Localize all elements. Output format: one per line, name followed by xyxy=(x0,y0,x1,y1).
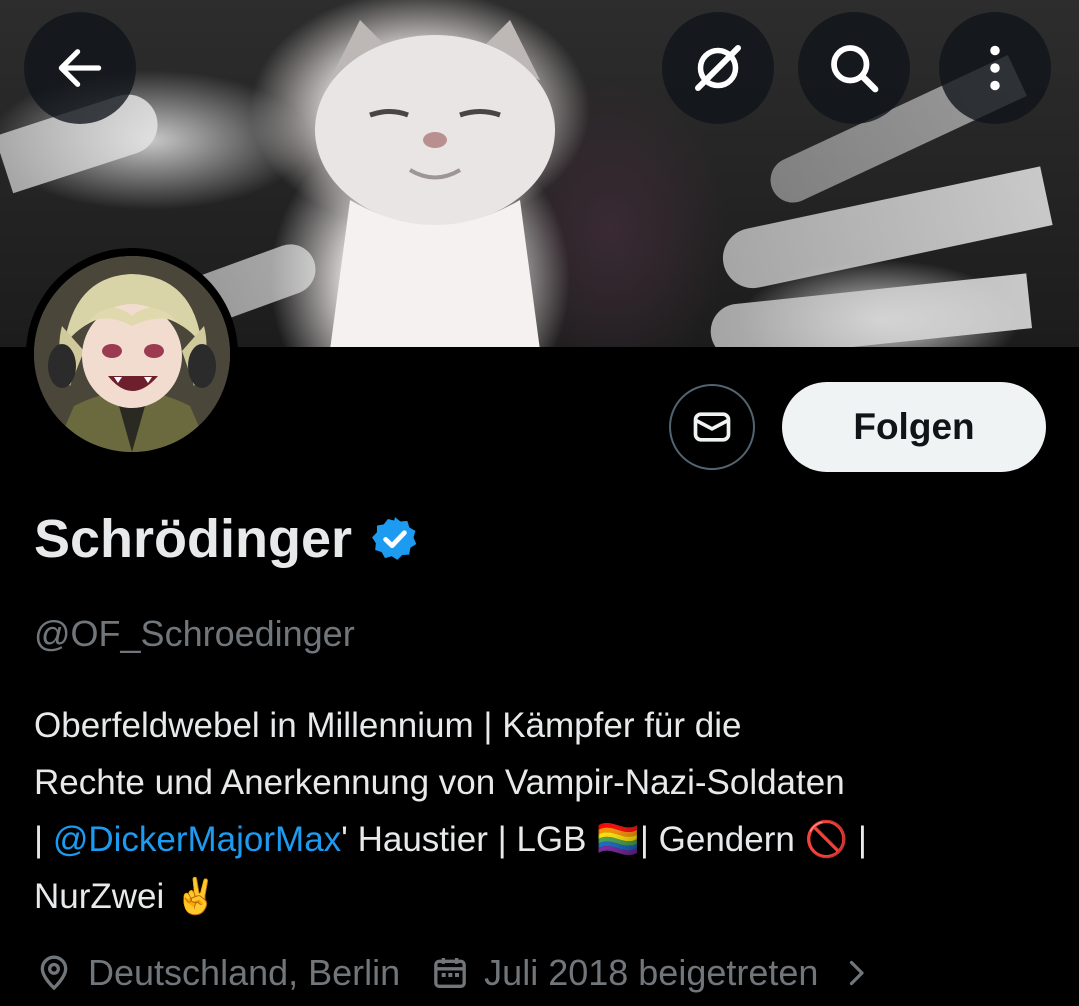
envelope-icon xyxy=(693,412,731,442)
grok-button[interactable] xyxy=(662,12,774,124)
verified-badge-icon[interactable] xyxy=(370,514,420,564)
search-button[interactable] xyxy=(798,12,910,124)
bio-text: NurZwei xyxy=(34,877,175,916)
bio-line-2: Rechte und Anerkennung von Vampir-Nazi-S… xyxy=(34,763,845,802)
location-pin-icon xyxy=(40,955,68,991)
grok-icon xyxy=(695,45,741,91)
bio-line-4: NurZwei ✌️ xyxy=(34,868,1054,925)
handle: @OF_Schroedinger xyxy=(34,613,355,654)
bio-line-1: Oberfeldwebel in Millennium | Kämpfer fü… xyxy=(34,706,742,745)
follow-button[interactable]: Folgen xyxy=(782,382,1046,472)
bio-text: ' Haustier | LGB xyxy=(341,820,597,859)
display-name-row: Schrödinger xyxy=(34,508,420,570)
more-vertical-icon xyxy=(990,45,1000,91)
message-button[interactable] xyxy=(669,384,755,470)
avatar-image xyxy=(34,256,230,452)
bio-line-3: | @DickerMajorMax' Haustier | LGB 🏳️‍🌈| … xyxy=(34,811,1054,868)
prohibited-emoji: 🚫 xyxy=(804,820,849,859)
bio-text: | xyxy=(848,820,867,859)
more-button[interactable] xyxy=(939,12,1051,124)
calendar-icon xyxy=(434,958,467,988)
chevron-right-icon[interactable] xyxy=(838,955,874,991)
back-button[interactable] xyxy=(24,12,136,124)
location-text: Deutschland, Berlin xyxy=(88,952,401,993)
mention-link[interactable]: @DickerMajorMax xyxy=(53,820,341,859)
cat-figure xyxy=(315,20,555,347)
profile-meta: Deutschland, Berlin Juli 2018 beigetrete… xyxy=(34,952,874,994)
arrow-left-icon xyxy=(58,49,102,87)
joined-date-text: Juli 2018 beigetreten xyxy=(484,952,819,993)
bio-text: | Gendern xyxy=(639,820,805,859)
bio: Oberfeldwebel in Millennium | Kämpfer fü… xyxy=(34,697,1054,925)
avatar[interactable] xyxy=(26,248,238,460)
search-icon xyxy=(831,45,879,93)
display-name: Schrödinger xyxy=(34,509,353,569)
victory-emoji: ✌️ xyxy=(174,877,218,916)
bio-text: | xyxy=(34,820,53,859)
rainbow-flag-emoji: 🏳️‍🌈 xyxy=(596,820,640,859)
